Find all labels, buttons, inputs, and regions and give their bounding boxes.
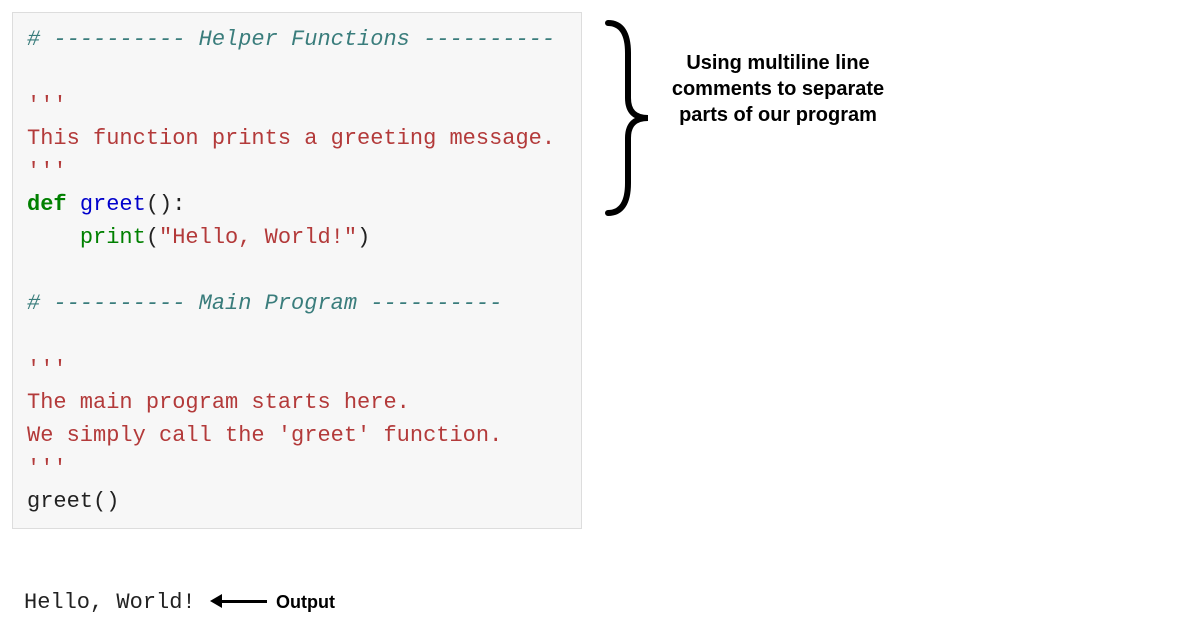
string-literal: "Hello, World!" [159, 225, 357, 250]
docstring-text: This function prints a greeting message. [27, 126, 555, 151]
code-block: # ---------- Helper Functions ----------… [12, 12, 582, 529]
arrow-icon [210, 594, 267, 608]
section-comment-helpers: # ---------- Helper Functions ---------- [27, 27, 555, 52]
def-keyword: def [27, 192, 67, 217]
curly-brace-icon [598, 18, 658, 218]
print-builtin: print [80, 225, 146, 250]
docstring-text: We simply call the 'greet' function. [27, 423, 502, 448]
paren-open: ( [146, 225, 159, 250]
docstring-text: The main program starts here. [27, 390, 410, 415]
docstring-close: ''' [27, 159, 67, 184]
output-label: Output [276, 592, 335, 613]
docstring-open: ''' [27, 93, 67, 118]
output-text: Hello, World! [24, 590, 196, 615]
function-call: greet() [27, 489, 119, 514]
section-comment-main: # ---------- Main Program ---------- [27, 291, 502, 316]
annotation-text: Using multiline line comments to separat… [668, 50, 888, 128]
paren-close: ) [357, 225, 370, 250]
docstring-open: ''' [27, 357, 67, 382]
paren-colon: (): [146, 192, 186, 217]
docstring-close: ''' [27, 456, 67, 481]
indent [27, 225, 80, 250]
function-name: greet [80, 192, 146, 217]
